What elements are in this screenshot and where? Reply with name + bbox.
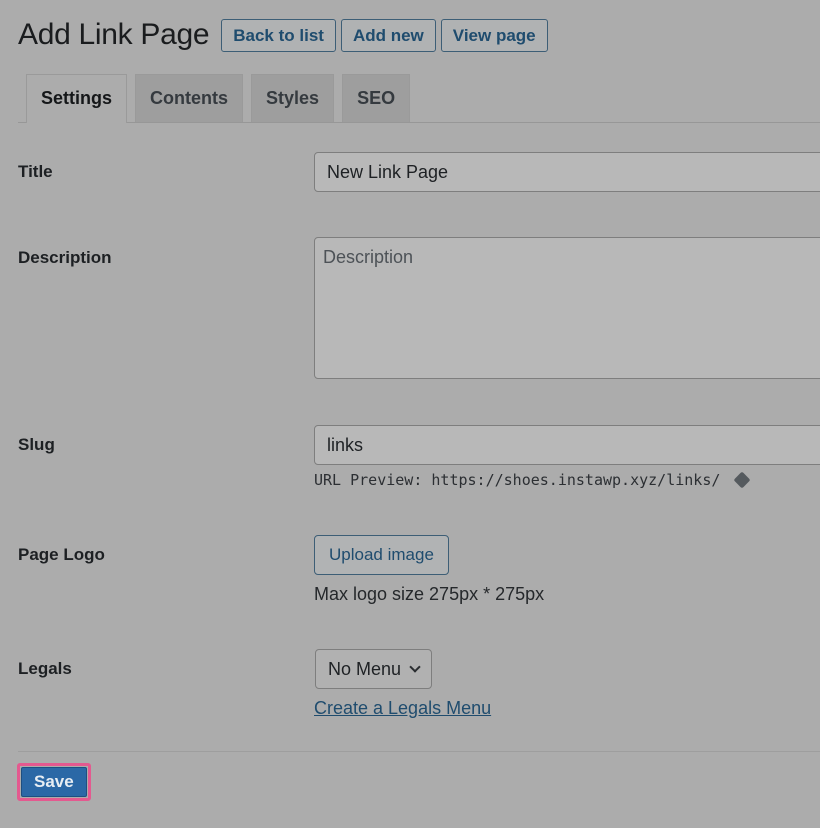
tab-contents[interactable]: Contents (135, 74, 244, 122)
link-page-editor: Add Link Page Back to list Add new View … (0, 0, 820, 828)
slug-label: Slug (18, 435, 55, 454)
title-input[interactable] (314, 152, 820, 192)
save-button[interactable]: Save (21, 767, 87, 797)
legals-label: Legals (18, 659, 72, 678)
tab-styles[interactable]: Styles (251, 74, 335, 122)
upload-image-button[interactable]: Upload image (314, 535, 449, 575)
slug-input[interactable] (314, 425, 820, 465)
page-logo-label: Page Logo (18, 545, 105, 564)
legals-select[interactable]: No Menu (315, 649, 433, 689)
tab-bar: Settings Contents Styles SEO (18, 74, 820, 123)
url-preview-text: URL Preview: https://shoes.instawp.xyz/l… (314, 471, 721, 489)
tag-icon[interactable] (733, 471, 751, 489)
save-highlight: Save (17, 763, 91, 801)
page-title: Add Link Page (18, 18, 210, 51)
divider (18, 751, 820, 752)
title-label: Title (18, 162, 53, 181)
add-new-button[interactable]: Add new (340, 18, 436, 52)
chevron-down-icon (409, 661, 421, 673)
description-textarea[interactable] (314, 237, 820, 379)
description-label: Description (18, 248, 112, 267)
tab-settings[interactable]: Settings (26, 74, 128, 123)
legals-select-value: No Menu (328, 659, 402, 679)
logo-size-help: Max logo size 275px * 275px (314, 584, 545, 604)
page-header: Add Link Page Back to list Add new View … (18, 18, 553, 52)
url-preview: URL Preview: https://shoes.instawp.xyz/l… (314, 471, 751, 489)
tab-seo[interactable]: SEO (342, 74, 411, 122)
view-page-button[interactable]: View page (440, 18, 548, 52)
back-to-list-button[interactable]: Back to list (221, 18, 336, 52)
create-legals-menu-link[interactable]: Create a Legals Menu (314, 698, 491, 719)
